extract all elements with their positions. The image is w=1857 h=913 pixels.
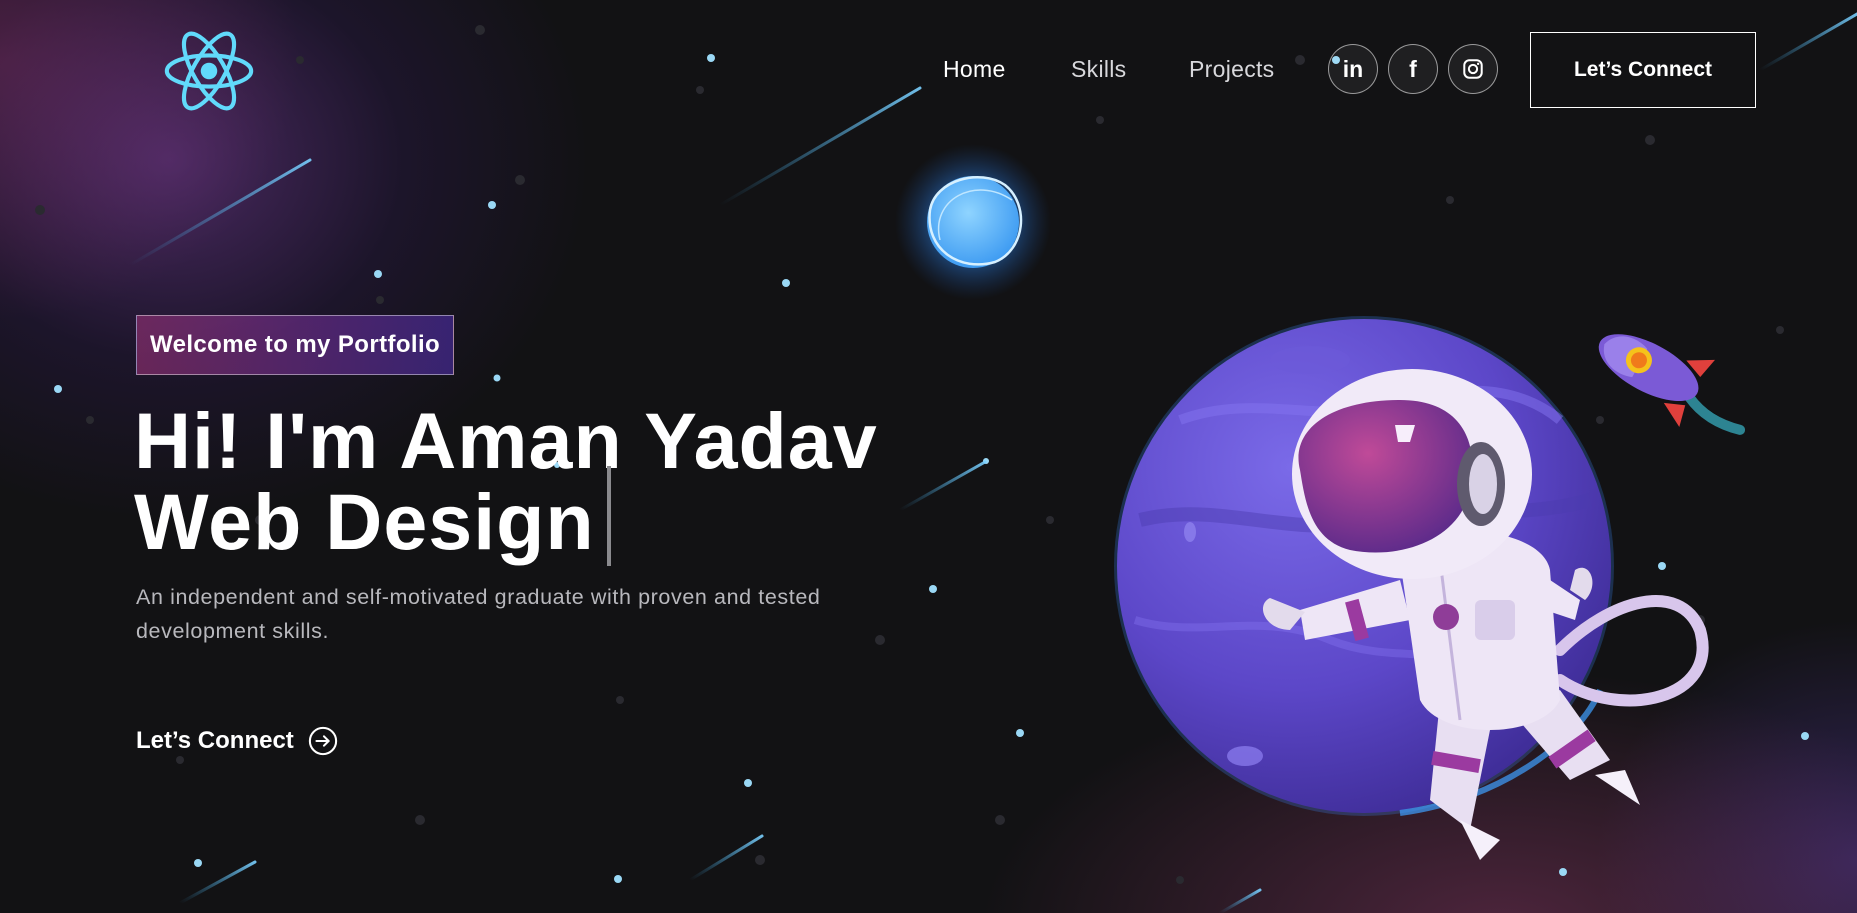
hero-heading-role: Web Design [134, 477, 595, 566]
arrow-right-circle-icon [308, 726, 337, 756]
react-logo-icon[interactable] [163, 27, 255, 115]
instagram-icon [1463, 59, 1483, 79]
linkedin-icon: in [1342, 55, 1364, 82]
linkedin-button[interactable]: in [1328, 44, 1378, 94]
nav-link-home[interactable]: Home [943, 56, 1006, 83]
hero-connect-label: Let’s Connect [136, 727, 294, 754]
hero-connect-link[interactable]: Let’s Connect [136, 726, 338, 756]
instagram-button[interactable] [1448, 44, 1498, 94]
nav-link-skills[interactable]: Skills [1071, 56, 1126, 83]
facebook-button[interactable]: f [1388, 44, 1438, 94]
nav-link-projects[interactable]: Projects [1189, 56, 1274, 83]
typing-cursor [607, 466, 611, 566]
facebook-icon: f [1409, 55, 1417, 82]
connect-button[interactable]: Let’s Connect [1530, 32, 1756, 108]
hero-heading-name: Hi! I'm Aman Yadav [134, 396, 878, 485]
tagline-badge: Welcome to my Portfolio [136, 315, 455, 375]
hero-description: An independent and self-motivated gradua… [136, 585, 821, 643]
page-background: Home Skills Projects in f Let’s Connect … [0, 0, 1857, 913]
